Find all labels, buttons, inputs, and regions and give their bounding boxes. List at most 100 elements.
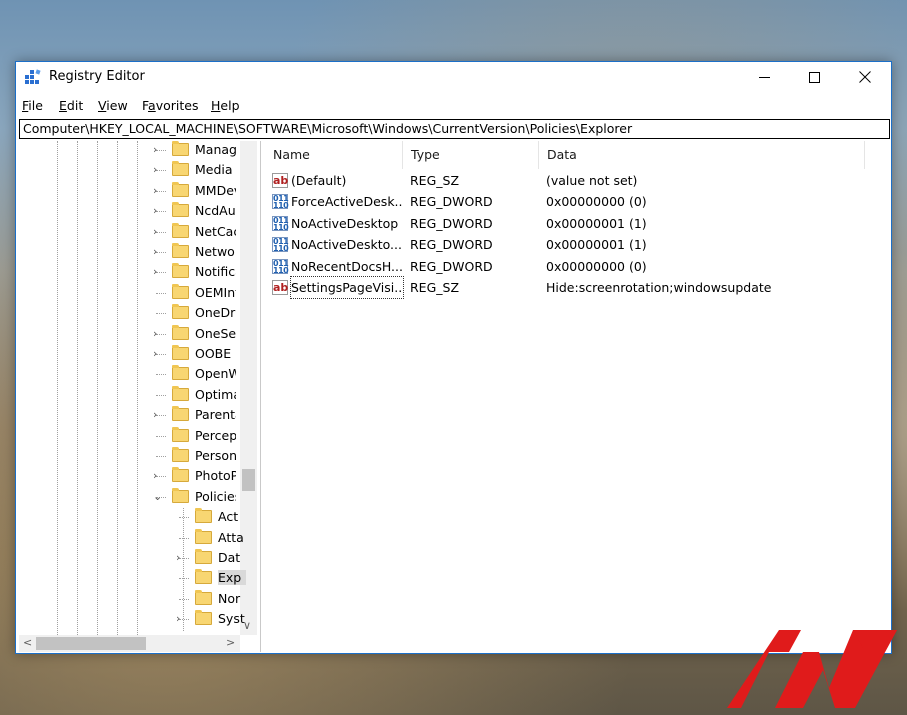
expand-chevron-icon[interactable]: ›: [153, 163, 163, 177]
brand-logo: [727, 630, 897, 708]
value-name[interactable]: ForceActiveDesk...: [291, 191, 403, 212]
tree-item[interactable]: › Media C: [19, 160, 244, 180]
expand-chevron-icon[interactable]: ›: [153, 184, 163, 198]
tree-item[interactable]: › NetCac: [19, 222, 244, 242]
tree-item[interactable]: › Dat: [19, 548, 244, 568]
collapse-chevron-icon[interactable]: ⌄: [153, 490, 163, 504]
expand-chevron-icon[interactable]: ›: [176, 551, 186, 565]
value-name[interactable]: NoActiveDeskto...: [291, 234, 403, 255]
value-row[interactable]: 011 110 ForceActiveDesk... REG_DWORD 0x0000…: [265, 191, 891, 212]
tree-item[interactable]: Nor: [19, 589, 244, 609]
values-list[interactable]: Name Type Data ab (Default) REG_SZ (value n…: [265, 141, 891, 652]
tree-item[interactable]: OpenW: [19, 364, 244, 384]
tree-item-label: Act: [218, 509, 239, 525]
scroll-right-icon[interactable]: >: [226, 636, 235, 649]
tree-item[interactable]: Act: [19, 507, 244, 527]
folder-icon: [172, 222, 189, 238]
menu-view-accel: V: [98, 98, 107, 113]
tree-item-label: Policies: [195, 488, 236, 504]
menu-help-accel: H: [211, 98, 221, 113]
menu-favorites[interactable]: Favorites: [142, 98, 198, 113]
value-row[interactable]: ab SettingsPageVisi... REG_SZ Hide:screenro…: [265, 276, 891, 299]
tree-item-label: Persona: [195, 448, 236, 463]
tree-connector: [156, 435, 166, 437]
folder-icon: [172, 385, 189, 401]
folder-icon: [172, 406, 189, 422]
tree-item[interactable]: › OneSet: [19, 324, 244, 344]
column-header-name[interactable]: Name: [265, 141, 403, 169]
tree-item[interactable]: Atta: [19, 528, 244, 548]
value-type: REG_DWORD: [410, 237, 493, 253]
menu-edit[interactable]: Edit: [59, 98, 83, 113]
value-row[interactable]: ab (Default) REG_SZ (value not set): [265, 170, 891, 191]
folder-icon: [172, 426, 189, 442]
tree-horizontal-scrollbar[interactable]: < >: [19, 635, 240, 652]
tree-item[interactable]: ⌄ Policies: [19, 487, 244, 507]
value-name[interactable]: NoActiveDesktop: [291, 213, 403, 234]
expand-chevron-icon[interactable]: ›: [153, 327, 163, 341]
tree-item[interactable]: › Manag: [19, 141, 244, 160]
value-data: 0x00000001 (1): [546, 215, 647, 231]
value-row[interactable]: 011 110 NoActiveDeskto... REG_DWORD 0x00000…: [265, 234, 891, 255]
tree-item[interactable]: › NcdAu: [19, 201, 244, 221]
expand-chevron-icon[interactable]: ›: [153, 347, 163, 361]
value-type: REG_SZ: [410, 173, 460, 188]
expand-chevron-icon[interactable]: ›: [153, 265, 163, 279]
title-bar[interactable]: Registry Editor: [16, 62, 891, 92]
folder-icon: [172, 243, 189, 258]
value-name[interactable]: SettingsPageVisi...: [290, 276, 404, 299]
tree-connector: [156, 456, 166, 457]
menu-help[interactable]: Help: [211, 98, 240, 113]
tree-item-label: Manag: [195, 142, 236, 157]
expand-chevron-icon[interactable]: ›: [153, 143, 163, 157]
maximize-button[interactable]: [791, 62, 837, 92]
tree-item[interactable]: Persona: [19, 446, 244, 466]
scroll-left-icon[interactable]: <: [23, 636, 32, 649]
registry-app-icon: [25, 69, 41, 84]
expand-chevron-icon[interactable]: ›: [176, 612, 186, 626]
string-value-icon: ab: [272, 280, 289, 295]
value-row[interactable]: 011 110 NoActiveDesktop REG_DWORD 0x0000000…: [265, 213, 891, 234]
expand-chevron-icon[interactable]: ›: [153, 204, 163, 218]
tree-horizontal-scroll-thumb[interactable]: [36, 637, 146, 650]
tree-item-label: OOBE: [195, 346, 232, 361]
tree-item[interactable]: Optima: [19, 385, 244, 405]
value-name[interactable]: (Default): [291, 170, 403, 191]
tree-item[interactable]: OneDri: [19, 303, 244, 323]
tree-item-label: Atta: [218, 529, 244, 545]
tree-item[interactable]: › Parenta: [19, 405, 244, 425]
menu-file[interactable]: File: [22, 98, 43, 113]
tree-item[interactable]: › OOBE: [19, 344, 244, 364]
tree-item[interactable]: Percept: [19, 426, 244, 446]
value-data: (value not set): [546, 173, 638, 188]
close-button[interactable]: [842, 62, 888, 92]
column-header-type[interactable]: Type: [403, 141, 539, 169]
maximize-icon: [808, 71, 820, 83]
tree-item[interactable]: › Networ: [19, 242, 244, 262]
expand-chevron-icon[interactable]: ›: [153, 469, 163, 483]
folder-icon: [195, 589, 212, 605]
tree-item[interactable]: Exp: [19, 568, 246, 588]
expand-chevron-icon[interactable]: ›: [153, 225, 163, 239]
value-name[interactable]: NoRecentDocsH...: [291, 256, 403, 277]
tree-item[interactable]: OEMInf: [19, 283, 244, 303]
minimize-button[interactable]: [741, 62, 787, 92]
folder-icon: [195, 610, 212, 626]
column-header-data[interactable]: Data: [539, 141, 865, 169]
value-row[interactable]: 011 110 NoRecentDocsH... REG_DWORD 0x000000…: [265, 256, 891, 277]
address-bar[interactable]: Computer\HKEY_LOCAL_MACHINE\SOFTWARE\Mic…: [19, 119, 890, 139]
tree-item[interactable]: › Syst: [19, 609, 245, 629]
menu-view[interactable]: View: [98, 98, 128, 113]
tree-item[interactable]: › Notifica: [19, 262, 244, 282]
tree-connector: [156, 374, 166, 376]
expand-chevron-icon[interactable]: ›: [153, 408, 163, 422]
tree-item-label: OneDri: [195, 305, 236, 321]
registry-tree[interactable]: ∨ < > ›Manag›Media C›MMDev›NcdAu›NetCac›…: [19, 141, 261, 652]
value-type: REG_DWORD: [410, 194, 493, 210]
expand-chevron-icon[interactable]: ›: [153, 245, 163, 259]
tree-item[interactable]: › PhotoP: [19, 466, 244, 486]
tree-item[interactable]: › MMDev: [19, 181, 244, 201]
string-value-icon: ab: [272, 173, 289, 188]
folder-icon: [172, 202, 189, 218]
folder-icon: [172, 161, 189, 177]
